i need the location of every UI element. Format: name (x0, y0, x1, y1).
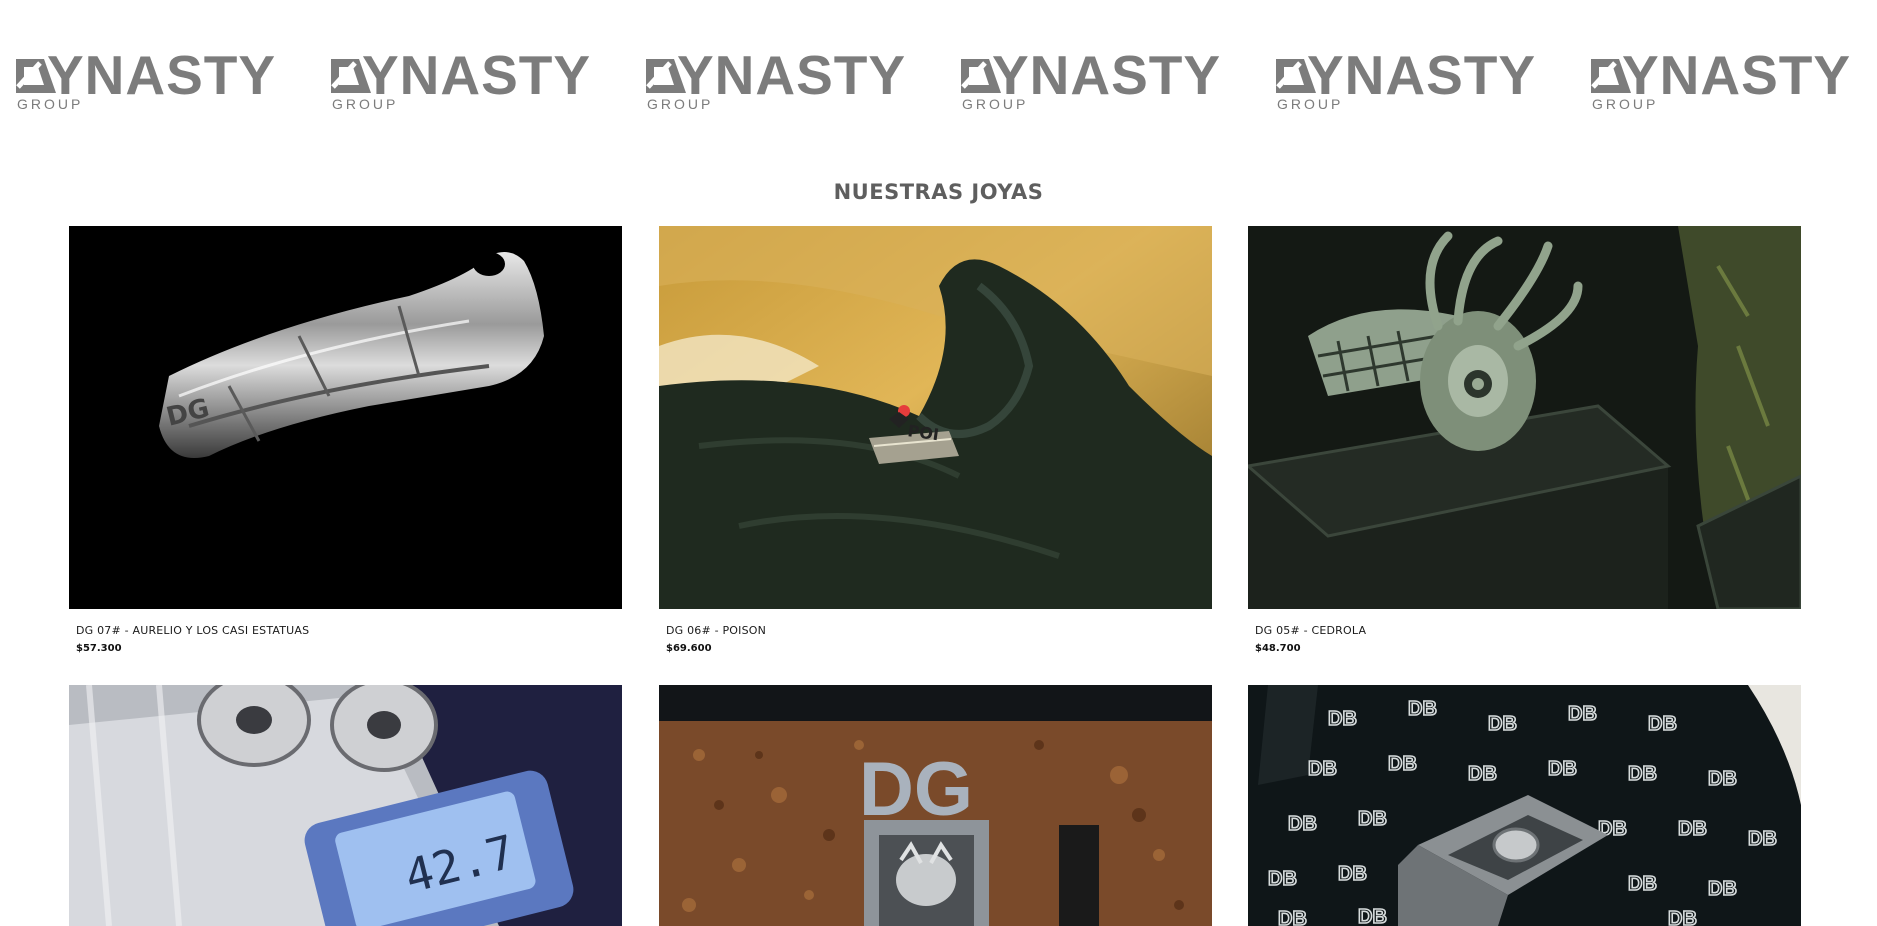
section-title: NUESTRAS JOYAS (833, 180, 1044, 204)
product-price: $69.600 (666, 643, 712, 654)
logo-word: YNASTY (47, 44, 277, 106)
svg-text:DB: DB (1628, 873, 1657, 895)
svg-text:DB: DB (1278, 908, 1307, 926)
product-image[interactable]: POI (659, 226, 1212, 609)
logo-sub: GROUP (332, 96, 399, 112)
svg-text:DB: DB (1548, 758, 1577, 780)
svg-text:DB: DB (1708, 768, 1737, 790)
product-card[interactable]: DB DB DB DB DB DB DB DB DB DB DB DB DB DB DB DB DB DB D… (1248, 685, 1801, 926)
brand-logo[interactable]: YNASTY GROUP (14, 44, 282, 113)
product-card[interactable]: POI DG 06# - POISON $69.600 (659, 226, 1212, 654)
svg-text:DB: DB (1628, 763, 1657, 785)
product-image[interactable] (1248, 226, 1801, 609)
svg-text:DB: DB (1748, 828, 1777, 850)
logo-sub: GROUP (17, 96, 84, 112)
svg-text:DB: DB (1308, 758, 1337, 780)
product-image[interactable]: DG (659, 685, 1212, 926)
svg-text:DB: DB (1358, 808, 1387, 830)
brand-logo[interactable]: YNASTY GROUP (959, 44, 1227, 113)
logo-word: YNASTY (1307, 44, 1537, 106)
svg-text:DB: DB (1708, 878, 1737, 900)
svg-text:DB: DB (1408, 698, 1437, 720)
product-image[interactable]: 42.7 (69, 685, 622, 926)
svg-text:DB: DB (1288, 813, 1317, 835)
svg-text:DB: DB (1328, 708, 1357, 730)
product-image[interactable]: DG (69, 226, 622, 609)
svg-text:DB: DB (1678, 818, 1707, 840)
brand-logo[interactable]: YNASTY GROUP (329, 44, 597, 113)
svg-text:DB: DB (1668, 908, 1697, 926)
product-name[interactable]: DG 06# - POISON (666, 624, 766, 637)
svg-text:DB: DB (1488, 713, 1517, 735)
svg-text:DB: DB (1568, 703, 1597, 725)
svg-text:DG: DG (859, 747, 973, 832)
product-card[interactable]: DG DG 07# - AURELIO Y LOS CASI ESTATUAS … (69, 226, 622, 654)
svg-text:DB: DB (1648, 713, 1677, 735)
svg-text:DB: DB (1268, 868, 1297, 890)
logo-word: YNASTY (992, 44, 1222, 106)
logo-sub: GROUP (1592, 96, 1659, 112)
product-card[interactable]: DG (659, 685, 1212, 926)
logo-word: YNASTY (1622, 44, 1852, 106)
product-name[interactable]: DG 05# - CEDROLA (1255, 624, 1366, 637)
svg-text:DB: DB (1468, 763, 1497, 785)
product-price: $57.300 (76, 643, 122, 654)
logo-sub: GROUP (962, 96, 1029, 112)
product-image[interactable]: DB DB DB DB DB DB DB DB DB DB DB DB DB DB DB DB DB DB D… (1248, 685, 1801, 926)
svg-text:DB: DB (1388, 753, 1417, 775)
logo-word: YNASTY (677, 44, 907, 106)
product-card[interactable]: DG 05# - CEDROLA $48.700 (1248, 226, 1801, 654)
logo-sub: GROUP (647, 96, 714, 112)
product-name[interactable]: DG 07# - AURELIO Y LOS CASI ESTATUAS (76, 624, 309, 637)
logo-sub: GROUP (1277, 96, 1344, 112)
brand-logo[interactable]: YNASTY GROUP (1274, 44, 1542, 113)
svg-text:DB: DB (1358, 906, 1387, 926)
product-card[interactable]: 42.7 (69, 685, 622, 926)
svg-text:DB: DB (1338, 863, 1367, 885)
brand-logo[interactable]: YNASTY GROUP (644, 44, 912, 113)
product-price: $48.700 (1255, 643, 1301, 654)
brand-logo[interactable]: YNASTY GROUP (1589, 44, 1857, 113)
logo-word: YNASTY (362, 44, 592, 106)
brand-logo-marquee: YNASTY GROUP YNASTY GROUP YNASTY GROUP Y… (0, 0, 1877, 130)
